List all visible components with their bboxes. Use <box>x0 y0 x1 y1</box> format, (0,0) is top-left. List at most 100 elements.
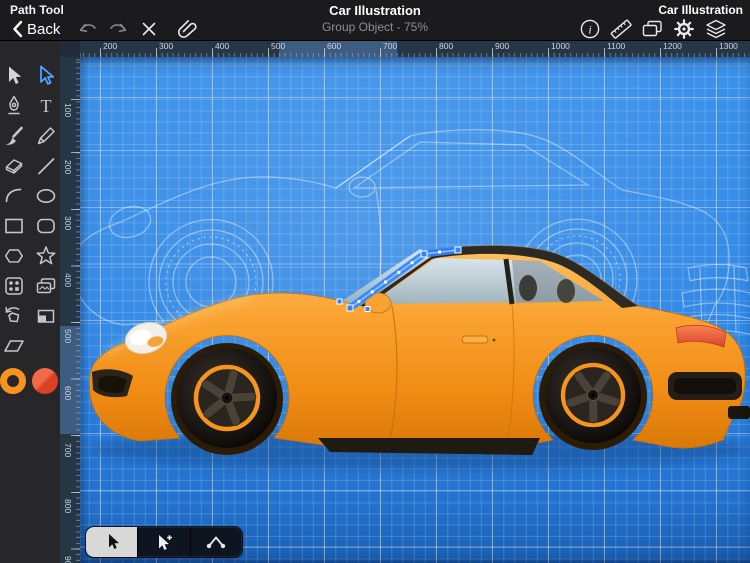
arc-icon <box>2 184 26 208</box>
layers-icon <box>704 18 728 40</box>
plus-icon <box>167 535 172 540</box>
document-title: Car Illustration <box>200 3 550 18</box>
star-icon <box>34 244 58 268</box>
tool-crop-frame[interactable] <box>32 302 60 330</box>
fill-color-swatch[interactable] <box>32 368 58 394</box>
vruler-label: 700 <box>63 443 73 457</box>
selection-cursor-icon <box>9 67 21 85</box>
images-icon <box>34 274 58 298</box>
close-button[interactable] <box>137 19 161 39</box>
tools-sidebar: T <box>0 40 60 563</box>
segment-direct-select[interactable] <box>86 527 137 557</box>
paperclip-icon <box>176 19 198 39</box>
selection-status: Group Object - 75% <box>200 20 550 34</box>
artwork-layer <box>80 57 750 563</box>
canvases-button[interactable] <box>640 19 664 39</box>
hruler-label: 600 <box>327 41 341 51</box>
measure-button[interactable] <box>609 19 633 39</box>
ruler-corner <box>60 40 80 57</box>
gear-icon <box>673 18 695 40</box>
stroke-color-icon <box>0 368 26 394</box>
document-name-label: Car Illustration <box>658 3 743 17</box>
segment-convert-anchor[interactable] <box>190 527 242 557</box>
tool-pencil[interactable] <box>32 122 60 150</box>
vruler-label: 900 <box>63 556 73 563</box>
front-wheel <box>177 348 277 448</box>
vruler-label: 500 <box>63 329 73 343</box>
rectangle-icon <box>2 214 26 238</box>
vruler-label: 400 <box>63 273 73 287</box>
black-cursor-icon <box>109 534 119 549</box>
door-handle <box>462 336 488 343</box>
top-bar: Path Tool Back Car Illustration Group Ob… <box>0 0 750 41</box>
tool-transform[interactable] <box>0 302 28 330</box>
crop-frame-icon <box>34 304 58 328</box>
toolbar-spacer <box>32 332 60 360</box>
rear-wheel <box>545 347 641 443</box>
transform-icon <box>2 304 26 328</box>
hruler-label: 300 <box>159 41 173 51</box>
eraser-icon <box>2 154 26 178</box>
tool-shear[interactable] <box>0 332 28 360</box>
pen-icon <box>2 94 26 118</box>
redo-button[interactable] <box>106 19 130 39</box>
tool-polygon[interactable] <box>0 242 28 270</box>
hruler-label: 700 <box>383 41 397 51</box>
brush-icon <box>2 124 26 148</box>
tool-selection[interactable] <box>0 62 28 90</box>
convert-anchor-icon <box>204 532 228 552</box>
rear-lower-vent <box>728 406 750 419</box>
tool-images[interactable] <box>32 272 60 300</box>
rounded-rectangle-icon <box>34 214 58 238</box>
tool-brush[interactable] <box>0 122 28 150</box>
vruler-label: 800 <box>63 499 73 513</box>
info-button[interactable]: i <box>578 19 602 39</box>
back-button[interactable]: Back <box>12 19 60 39</box>
pencil-icon <box>34 124 58 148</box>
settings-button[interactable] <box>672 19 696 39</box>
vruler-label: 200 <box>63 160 73 174</box>
tool-arc[interactable] <box>0 182 28 210</box>
fill-color-icon <box>32 368 58 394</box>
layers-button[interactable] <box>704 19 728 39</box>
svg-text:T: T <box>41 96 52 116</box>
vector-drawing-app: { "header": { "tool_status": "Path Tool"… <box>0 0 750 563</box>
text-icon: T <box>34 94 58 118</box>
attachment-button[interactable] <box>175 19 199 39</box>
tool-ellipse[interactable] <box>32 182 60 210</box>
stroke-color-swatch[interactable] <box>0 368 26 394</box>
tool-pattern[interactable] <box>0 272 28 300</box>
hruler-label: 1100 <box>607 41 625 51</box>
undo-button[interactable] <box>76 19 100 39</box>
tool-rectangle[interactable] <box>0 212 28 240</box>
tool-star[interactable] <box>32 242 60 270</box>
drawing-canvas[interactable] <box>80 57 750 563</box>
tool-direct-selection[interactable] <box>32 62 60 90</box>
tool-pen[interactable] <box>0 92 28 120</box>
back-label: Back <box>27 21 60 38</box>
direct-selection-cursor-icon <box>41 67 53 85</box>
vertical-ruler-major-ticks <box>71 57 80 563</box>
path-mode-toolbar <box>86 527 242 557</box>
tool-text[interactable]: T <box>32 92 60 120</box>
car-artwork[interactable] <box>89 246 750 470</box>
horizontal-ruler-major-ticks <box>80 48 750 57</box>
tool-eraser[interactable] <box>0 152 28 180</box>
door-lock <box>493 339 496 342</box>
vertical-ruler: 100200300400500600700800900 <box>60 57 80 563</box>
tool-line[interactable] <box>32 152 60 180</box>
line-icon <box>34 154 58 178</box>
hruler-label: 200 <box>103 41 117 51</box>
hruler-label: 400 <box>215 41 229 51</box>
segment-add-anchor[interactable] <box>137 527 189 557</box>
tool-rounded-rectangle[interactable] <box>32 212 60 240</box>
ellipse-icon <box>34 184 58 208</box>
rear-bumper-vent-inner <box>674 378 736 394</box>
document-title-block: Car Illustration Group Object - 75% <box>200 0 550 34</box>
hruler-label: 900 <box>495 41 509 51</box>
seat-headrest-front <box>519 275 537 301</box>
active-tool-label: Path Tool <box>10 3 64 17</box>
hruler-label: 1200 <box>663 41 682 51</box>
vruler-label: 600 <box>63 386 73 400</box>
hruler-label: 1000 <box>551 41 570 51</box>
